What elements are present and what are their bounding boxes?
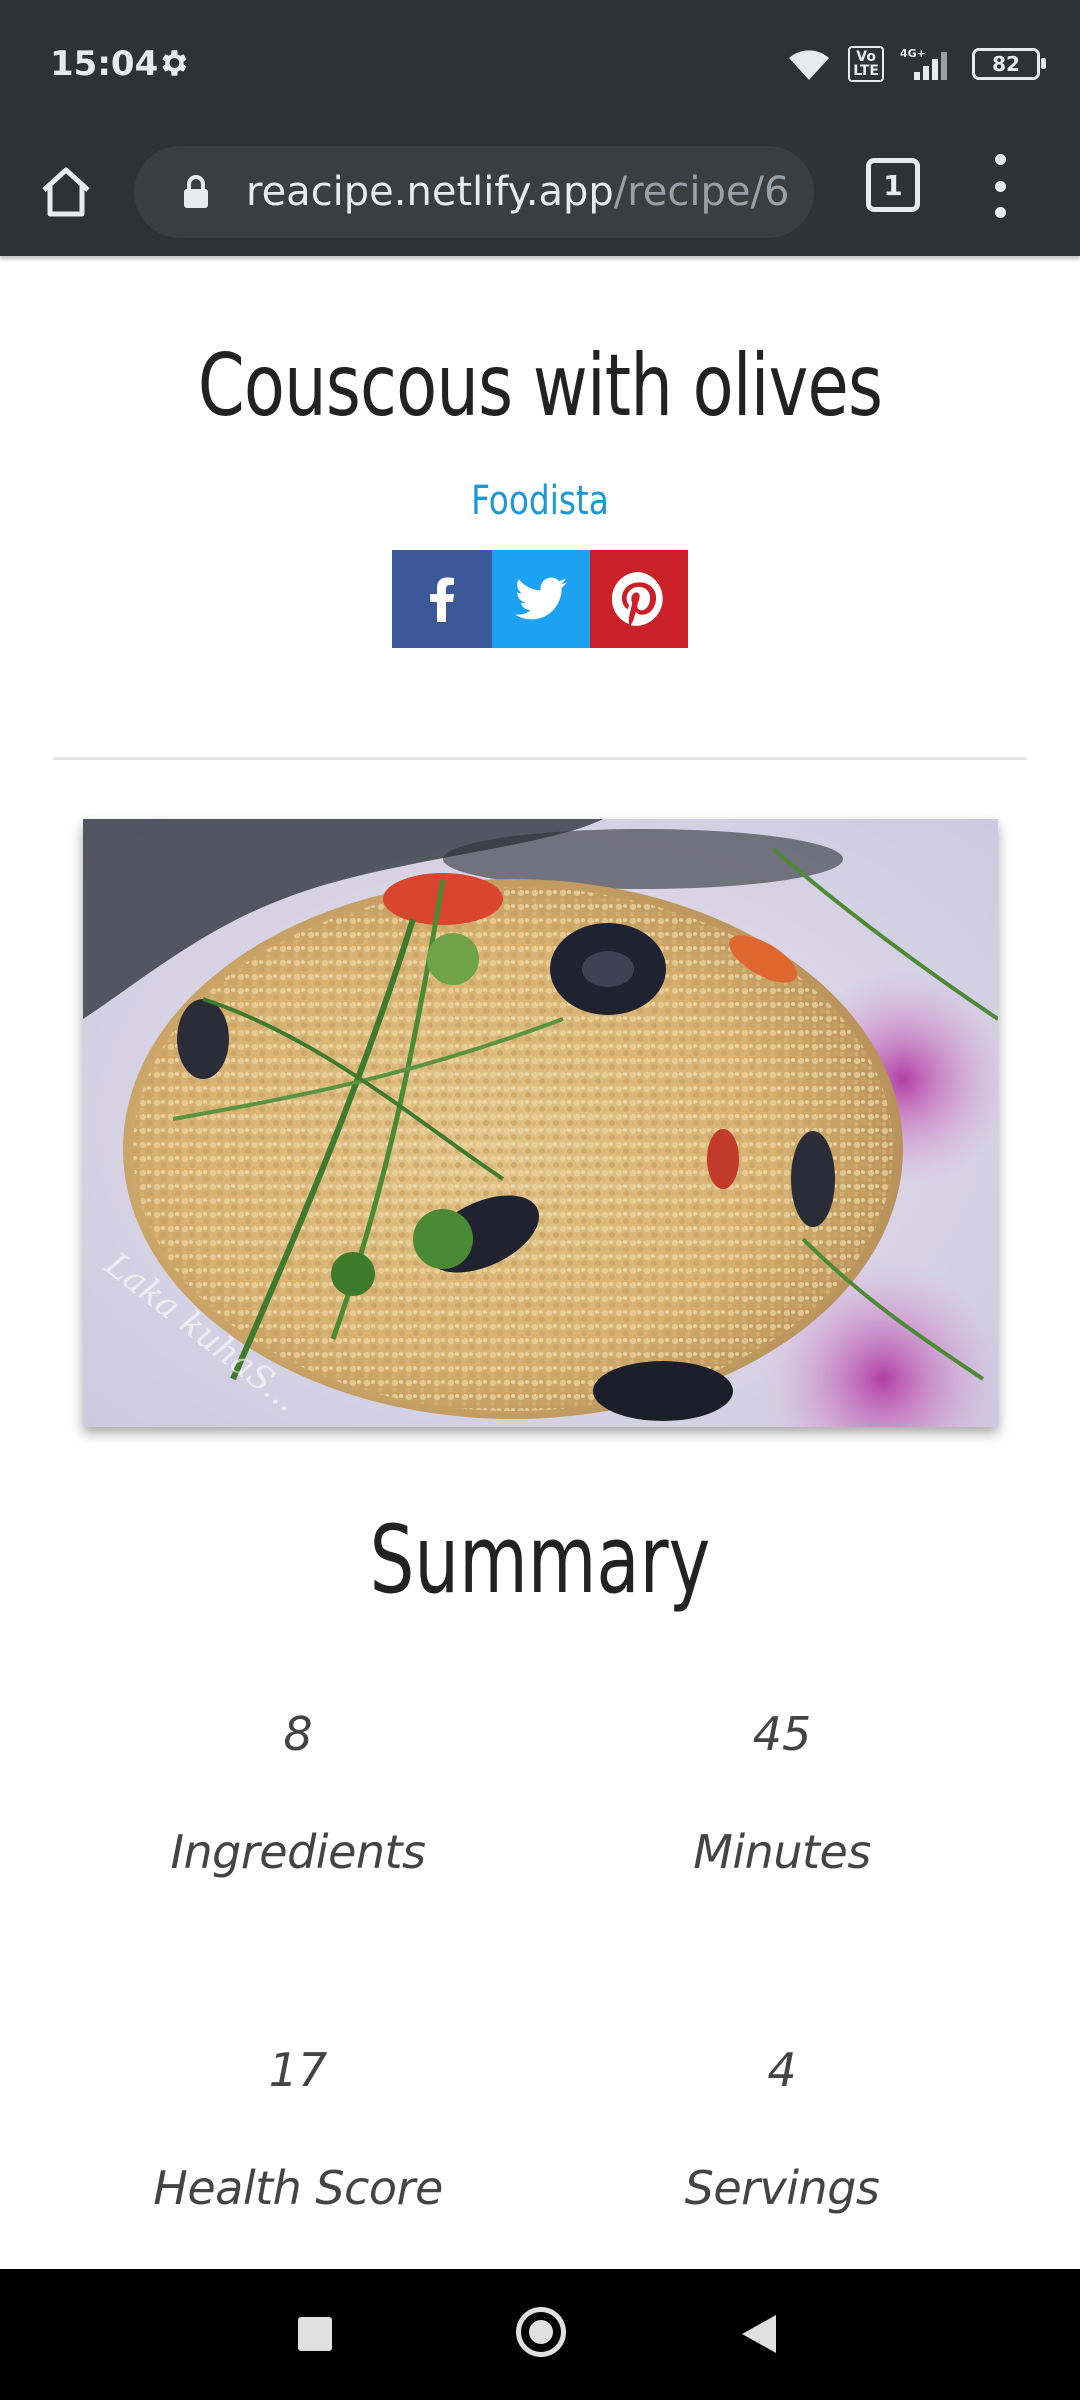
twitter-share-button[interactable]: [492, 550, 590, 648]
page-content: Couscous with olives Foodista Laka kuhaS…: [0, 256, 1080, 2269]
stat-label: Minutes: [693, 1825, 871, 1879]
home-button[interactable]: [36, 152, 96, 232]
stat-label: Servings: [684, 2161, 880, 2215]
summary-heading: Summary: [369, 1506, 711, 1615]
menu-dot: [994, 180, 1006, 192]
browser-toolbar: reacipe.netlify.app/recipe/6 1: [0, 128, 1080, 256]
stat-ingredients: 8 Ingredients: [88, 1704, 508, 1882]
back-button[interactable]: [742, 2315, 776, 2353]
settings-gear-icon: [162, 50, 187, 76]
image-watermark: Laka kuhaS...: [97, 1244, 307, 1420]
system-nav-bar: [0, 2269, 1080, 2400]
home-icon: [42, 167, 90, 217]
facebook-icon: [430, 577, 454, 622]
url-text[interactable]: reacipe.netlify.app/recipe/6: [246, 168, 794, 216]
signal-icon: 4G+: [900, 47, 947, 80]
volte-badge: Vo LTE: [848, 46, 884, 82]
stat-value: 8: [283, 1707, 313, 1761]
stat-servings: 4 Servings: [572, 2040, 992, 2218]
recipe-title: Couscous with olives: [197, 336, 883, 436]
browser-menu-button[interactable]: [985, 154, 1015, 218]
battery-icon: 82: [972, 48, 1046, 80]
menu-dot: [994, 207, 1006, 218]
pinterest-share-button[interactable]: [590, 550, 688, 648]
recipe-image: Laka kuhaS...: [83, 819, 998, 1427]
stat-value: 4: [767, 2043, 797, 2097]
section-divider: [53, 757, 1027, 760]
pinterest-icon: [612, 572, 663, 626]
stat-value: 17: [268, 2043, 328, 2097]
menu-dot: [994, 154, 1006, 165]
url-host: reacipe.netlify.app: [246, 169, 614, 215]
home-nav-button[interactable]: [516, 2307, 566, 2357]
twitter-icon: [515, 577, 567, 620]
status-bar: 15:04 Vo LTE 4G+ 82: [0, 0, 1080, 128]
battery-level: 82: [992, 52, 1020, 76]
share-buttons: [392, 550, 688, 648]
recipe-source-link[interactable]: Foodista: [97, 478, 983, 524]
stat-health-score: 17 Health Score: [88, 2040, 508, 2218]
tab-switcher-button[interactable]: 1: [866, 158, 920, 212]
stat-label: Ingredients: [170, 1825, 426, 1879]
stat-label: Health Score: [153, 2161, 443, 2215]
address-bar[interactable]: reacipe.netlify.app/recipe/6: [134, 146, 814, 238]
svg-text:4G+: 4G+: [900, 47, 926, 60]
lock-icon: [184, 175, 208, 208]
stat-value: 45: [752, 1707, 812, 1761]
status-time: 15:04: [50, 44, 159, 84]
recents-button[interactable]: [298, 2317, 332, 2351]
stat-minutes: 45 Minutes: [572, 1704, 992, 1882]
facebook-share-button[interactable]: [392, 550, 492, 648]
tab-count: 1: [883, 168, 903, 202]
url-path: /recipe/6: [613, 169, 790, 215]
wifi-icon: [789, 50, 830, 80]
